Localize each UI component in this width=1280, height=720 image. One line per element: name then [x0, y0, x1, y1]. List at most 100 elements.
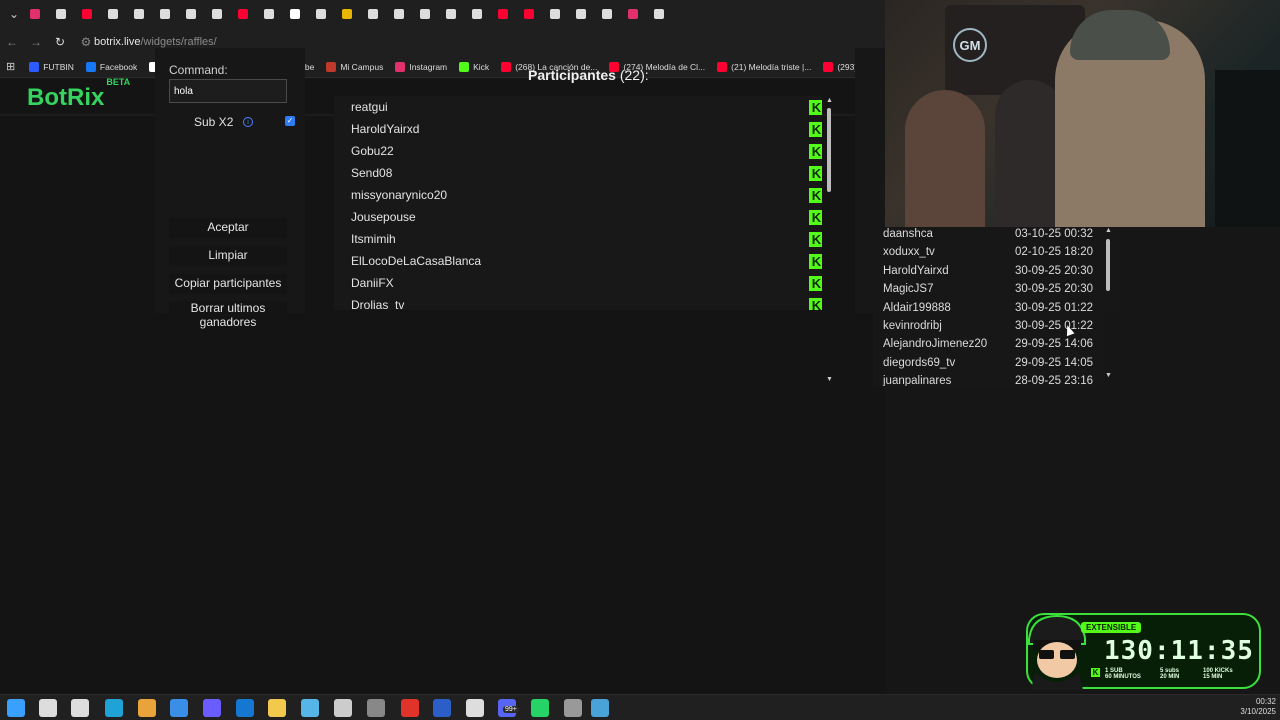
delete-winners-button[interactable]: Borrar ultimos ganadores — [169, 301, 287, 331]
copilot-icon[interactable] — [203, 699, 221, 717]
stat-bits-label: 5 subs — [1160, 668, 1180, 674]
browser-tab[interactable] — [414, 4, 435, 24]
browser-tab[interactable] — [206, 4, 227, 24]
kick-icon: K — [809, 165, 822, 181]
adobe-icon[interactable] — [401, 699, 419, 717]
browser-tab[interactable] — [180, 4, 201, 24]
browser-tab[interactable] — [466, 4, 487, 24]
subx2-checkbox[interactable]: ✓ — [285, 116, 295, 126]
winner-name: MagicJS7 — [883, 283, 934, 296]
scroll-down-icon[interactable]: ▼ — [1105, 372, 1112, 379]
campus-icon — [326, 61, 337, 72]
search-icon[interactable] — [39, 699, 57, 717]
participants-scrollbar[interactable]: ▲ ▼ — [825, 97, 833, 383]
kick-icon: K — [809, 121, 822, 137]
stat-kicks-value: 15 MIN — [1203, 674, 1223, 681]
tiktok-icon — [445, 9, 456, 19]
winner-row: diegords69_tv 29-09-25 14:05 — [883, 357, 1093, 375]
winner-date: 30-09-25 01:22 — [1014, 301, 1093, 314]
command-input[interactable] — [169, 79, 287, 103]
taskbar-clock[interactable]: 00:32 3/10/2025 — [1230, 697, 1276, 717]
participant-name: DaniiFX — [351, 276, 394, 290]
outlook-icon[interactable] — [236, 699, 254, 717]
scroll-up-icon[interactable]: ▲ — [1105, 227, 1112, 234]
browser-tab[interactable] — [336, 4, 357, 24]
app2-icon[interactable] — [564, 699, 582, 717]
bookmark-item[interactable]: Kick — [459, 61, 489, 72]
kick-icon: K — [809, 187, 822, 203]
timer-badge: EXTENSIBLE — [1081, 622, 1142, 633]
browser-tab[interactable] — [284, 4, 305, 24]
browser-tab[interactable] — [50, 4, 71, 24]
forward-icon[interactable]: → — [24, 35, 48, 49]
browser-tab[interactable] — [154, 4, 175, 24]
scroll-down-icon[interactable]: ▼ — [826, 376, 833, 383]
browser-tab[interactable] — [570, 4, 591, 24]
raffle-controls-panel: Command: Sub X2 i ✓ Aceptar Limpiar Copi… — [155, 48, 305, 331]
brand-logo[interactable]: BotRixBETA — [27, 77, 130, 112]
accept-button[interactable]: Aceptar — [169, 218, 287, 238]
explorer-icon[interactable] — [268, 699, 286, 717]
browser-tab[interactable] — [128, 4, 149, 24]
browser-tab[interactable] — [102, 4, 123, 24]
winners-scrollbar[interactable]: ▲ ▼ — [1105, 227, 1113, 384]
browser-tab[interactable] — [258, 4, 279, 24]
site-info-icon[interactable]: ⚙ — [78, 35, 94, 49]
tiktok-icon — [211, 9, 222, 19]
browser-tab[interactable] — [310, 4, 331, 24]
obs-icon[interactable] — [334, 699, 352, 717]
browser-tab[interactable] — [440, 4, 461, 24]
winner-name: daanshca — [883, 228, 933, 240]
browser-tab[interactable] — [76, 4, 97, 24]
browser-tab[interactable] — [492, 4, 513, 24]
tab-search-chevron-icon[interactable]: ⌄ — [4, 4, 24, 24]
winner-name: Aldair199888 — [883, 301, 951, 314]
browser-tab[interactable] — [362, 4, 383, 24]
browser-tab[interactable] — [622, 4, 643, 24]
browser-tab[interactable] — [518, 4, 539, 24]
bookmark-item[interactable]: FUTBIN — [29, 61, 74, 72]
photos-icon[interactable] — [301, 699, 319, 717]
bookmark-item[interactable]: (21) Melodía triste |... — [717, 61, 811, 72]
bookmark-label: Facebook — [99, 61, 138, 72]
task-view-icon[interactable] — [71, 699, 89, 717]
browser-tab[interactable] — [24, 4, 45, 24]
windows-start-icon[interactable] — [7, 699, 25, 717]
browser-tab[interactable] — [648, 4, 669, 24]
info-icon[interactable]: i — [243, 117, 253, 127]
copy-participants-button[interactable]: Copiar participantes — [169, 274, 287, 294]
clear-button[interactable]: Limpiar — [169, 246, 287, 266]
store-icon[interactable] — [170, 699, 188, 717]
capcut-icon[interactable] — [466, 699, 484, 717]
participant-row: Gobu22 K — [351, 140, 822, 162]
browser-tab[interactable] — [596, 4, 617, 24]
kick-icon: K — [809, 209, 822, 225]
browser-tab[interactable] — [232, 4, 253, 24]
apps-grid-icon[interactable]: ⊞ — [6, 60, 15, 73]
back-icon[interactable]: ← — [0, 35, 24, 49]
timer-value: 130:11:35 — [1104, 636, 1254, 666]
edge-icon[interactable] — [105, 699, 123, 717]
bookmark-item[interactable]: Facebook — [85, 61, 138, 72]
scroll-thumb[interactable] — [1106, 239, 1110, 291]
bookmark-item[interactable]: Instagram — [395, 61, 447, 72]
bookmark-item[interactable]: Mi Campus — [326, 61, 383, 72]
scroll-up-icon[interactable]: ▲ — [826, 97, 833, 104]
browser-tab[interactable] — [544, 4, 565, 24]
youtube-icon — [237, 9, 248, 19]
browser-tab[interactable] — [388, 4, 409, 24]
whatsapp-icon[interactable] — [531, 699, 549, 717]
reload-icon[interactable]: ↻ — [48, 35, 72, 49]
chrome-icon[interactable] — [138, 699, 156, 717]
winners-list[interactable]: daanshca 03-10-25 00:32 xoduxx_tv 02-10-25 … — [873, 228, 1103, 386]
participants-list[interactable]: reatgui K HaroldYairxd K Gobu22 K Send08 Kmissy… — [334, 96, 822, 310]
kick-icon: K — [809, 99, 822, 115]
app-icon[interactable] — [367, 699, 385, 717]
bookmarks-bar: ⊞ FUTBINFacebookTikTokTwitch(72) YouTube… — [0, 56, 919, 78]
steam-icon[interactable] — [591, 699, 609, 717]
winner-row: kevinrodribj 30-09-25 01:22 — [883, 320, 1093, 338]
word-icon[interactable] — [433, 699, 451, 717]
winner-name: xoduxx_tv — [883, 246, 935, 259]
scroll-thumb[interactable] — [827, 108, 831, 192]
notion-icon — [341, 9, 352, 19]
